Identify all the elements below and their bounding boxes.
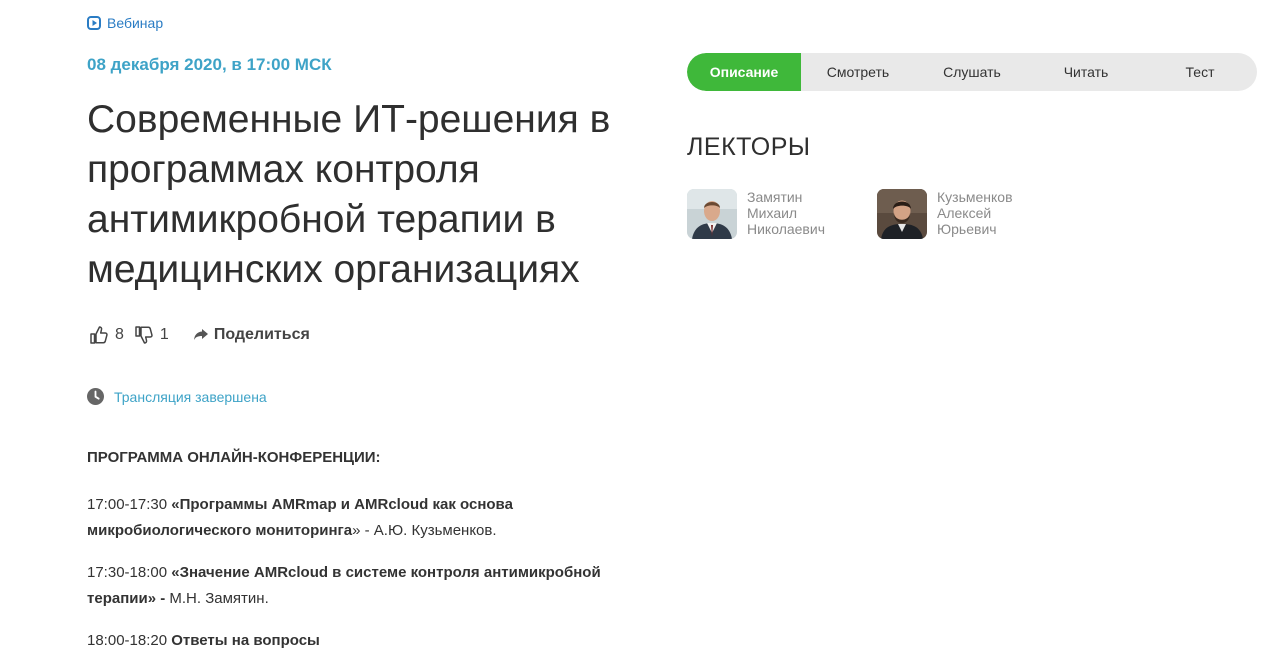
- event-type-label: Вебинар: [107, 15, 164, 31]
- program-item: 17:00-17:30 «Программы AMRmap и AMRcloud…: [87, 492, 647, 544]
- lecturer-last-name: Замятин: [747, 189, 803, 205]
- likes-count: 8: [115, 326, 124, 343]
- lecturer-first-name: Михаил: [747, 205, 798, 221]
- thumb-up-icon[interactable]: [89, 325, 109, 345]
- program-section: ПРОГРАММА ОНЛАЙН-КОНФЕРЕНЦИИ: 17:00-17:3…: [87, 446, 647, 670]
- clock-icon: [87, 388, 104, 405]
- tab-watch[interactable]: Смотреть: [801, 53, 915, 91]
- tab-read[interactable]: Читать: [1029, 53, 1143, 91]
- share-button[interactable]: Поделиться: [193, 326, 310, 344]
- lecturer-middle-name: Юрьевич: [937, 221, 997, 237]
- page-title: Современные ИТ-решения в программах конт…: [87, 98, 611, 291]
- avatar: [687, 189, 737, 239]
- program-time: 18:00-18:20: [87, 632, 172, 649]
- event-date: 08 декабря 2020, в 17:00 МСК: [87, 55, 332, 74]
- program-speaker: » - А.Ю. Кузьменков.: [352, 522, 497, 539]
- share-arrow-icon: [193, 329, 208, 340]
- tab-listen[interactable]: Слушать: [915, 53, 1029, 91]
- play-icon: [87, 16, 101, 30]
- status-text: Трансляция завершена: [114, 388, 267, 405]
- content-tabs: Описание Смотреть Слушать Читать Тест: [687, 53, 1257, 91]
- lecturer-card[interactable]: Кузьменков Алексей Юрьевич: [877, 189, 1027, 239]
- event-type[interactable]: Вебинар: [87, 15, 163, 31]
- avatar: [877, 189, 927, 239]
- tab-description[interactable]: Описание: [687, 53, 801, 91]
- share-label: Поделиться: [213, 326, 310, 343]
- program-item: 17:30-18:00 «Значение AMRcloud в системе…: [87, 560, 647, 612]
- dislikes-count: 1: [159, 326, 169, 343]
- lecturer-last-name: Кузьменков: [937, 189, 1013, 205]
- lecturer-card[interactable]: Замятин Михаил Николаевич: [687, 189, 837, 239]
- lecturers-list: Замятин Михаил Николаевич Кузьменков Але…: [687, 189, 1027, 239]
- lecturer-first-name: Алексей: [937, 205, 992, 221]
- program-item: 18:00-18:20 Ответы на вопросы: [87, 628, 647, 654]
- program-time: 17:30-18:00: [87, 564, 172, 581]
- reactions-bar: 8 1 Поделиться: [89, 325, 310, 345]
- lecturer-name: Кузьменков Алексей Юрьевич: [937, 189, 1027, 239]
- lecturers-heading: ЛЕКТОРЫ: [687, 133, 811, 161]
- program-time: 17:00-17:30: [87, 496, 172, 513]
- program-speaker: М.Н. Замятин.: [165, 590, 269, 607]
- program-heading: ПРОГРАММА ОНЛАЙН-КОНФЕРЕНЦИИ:: [87, 449, 381, 466]
- thumb-down-icon[interactable]: [134, 325, 154, 345]
- tab-test[interactable]: Тест: [1143, 53, 1257, 91]
- lecturer-middle-name: Николаевич: [747, 221, 825, 237]
- broadcast-status: Трансляция завершена: [87, 388, 267, 405]
- lecturer-name: Замятин Михаил Николаевич: [747, 189, 837, 239]
- program-talk: Ответы на вопросы: [171, 632, 320, 649]
